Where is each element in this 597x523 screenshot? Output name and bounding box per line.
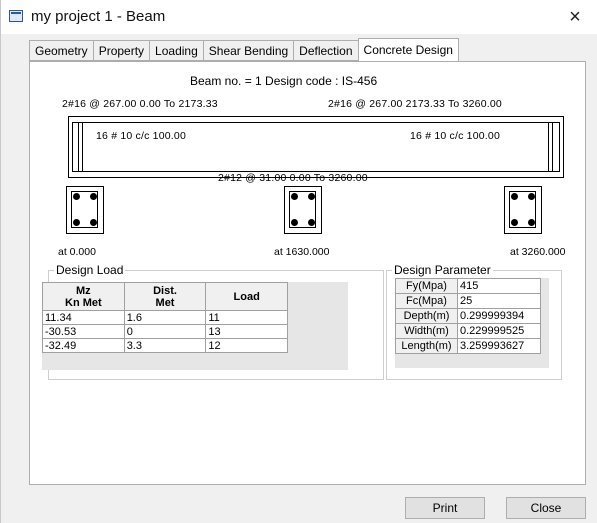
table-cell[interactable]: -32.49 — [42, 338, 125, 353]
table-row[interactable]: Length(m) 3.259993627 — [395, 338, 541, 354]
design-parameter-title: Design Parameter — [392, 263, 493, 277]
close-icon[interactable]: × — [560, 4, 590, 30]
rebar-dot — [511, 193, 518, 200]
bottom-bar-label: 2#12 @ 31.00 0.00 To 3260.00 — [218, 172, 368, 184]
tab-property[interactable]: Property — [92, 40, 150, 61]
section-mid-label: at 1630.000 — [274, 246, 330, 258]
stirrup-left-label: 16 # 10 c/c 100.00 — [96, 130, 186, 142]
cross-section-end — [504, 186, 542, 234]
table-cell[interactable]: 1.6 — [123, 310, 207, 325]
top-bar-left-label: 2#16 @ 267.00 0.00 To 2173.33 — [62, 98, 218, 110]
beam-info: Beam no. = 1 Design code : IS-456 — [190, 74, 378, 88]
beam-window: my project 1 - Beam × Geometry Property … — [0, 0, 597, 523]
table-row[interactable]: 11.34 1.6 11 — [42, 310, 288, 325]
table-row[interactable]: Fy(Mpa) 415 — [395, 278, 541, 294]
section-end-label: at 3260.000 — [510, 246, 566, 258]
cross-section-start — [66, 186, 104, 234]
table-row[interactable]: Fc(Mpa) 25 — [395, 293, 541, 309]
tab-loading[interactable]: Loading — [149, 40, 203, 61]
design-load-title: Design Load — [54, 263, 126, 277]
param-value[interactable]: 25 — [457, 293, 541, 309]
top-bar-right-label: 2#16 @ 267.00 2173.33 To 3260.00 — [328, 98, 502, 110]
beam-end-line-right — [548, 122, 549, 172]
design-load-table: Mz Kn Met Dist. Met Load 11.34 1.6 11 -3… — [42, 282, 288, 353]
print-button[interactable]: Print — [405, 497, 485, 519]
table-cell[interactable]: 3.3 — [123, 338, 207, 353]
col-header-mz: Mz Kn Met — [42, 282, 125, 311]
close-button[interactable]: Close — [506, 497, 586, 519]
table-row[interactable]: Depth(m) 0.299999394 — [395, 308, 541, 324]
table-cell[interactable]: 11 — [205, 310, 288, 325]
table-row[interactable]: -32.49 3.3 12 — [42, 338, 288, 353]
table-cell[interactable]: -30.53 — [42, 324, 125, 339]
table-cell[interactable]: 12 — [205, 338, 288, 353]
param-name: Depth(m) — [395, 308, 458, 324]
param-value[interactable]: 0.229999525 — [457, 323, 541, 339]
rebar-dot — [90, 219, 97, 226]
concrete-design-panel: Beam no. = 1 Design code : IS-456 2#16 @… — [29, 61, 586, 485]
beam-end-line-left-2 — [82, 122, 83, 172]
table-cell[interactable]: 0 — [123, 324, 207, 339]
beam-end-line-left — [78, 122, 79, 172]
rebar-dot — [528, 193, 535, 200]
rebar-dot — [528, 219, 535, 226]
rebar-dot — [511, 219, 518, 226]
param-value[interactable]: 0.299999394 — [457, 308, 541, 324]
col-header-mz-line2: Kn Met — [65, 296, 102, 309]
table-row[interactable]: -30.53 0 13 — [42, 324, 288, 339]
tab-shear-bending[interactable]: Shear Bending — [202, 40, 294, 61]
col-header-dist-line1: Dist. — [153, 284, 177, 297]
design-parameter-table: Fy(Mpa) 415 Fc(Mpa) 25 Depth(m) 0.299999… — [395, 278, 541, 354]
window-title: my project 1 - Beam — [31, 8, 166, 25]
rebar-dot — [308, 193, 315, 200]
col-header-dist-line2: Met — [155, 296, 175, 309]
rebar-dot — [73, 219, 80, 226]
rebar-dot — [73, 193, 80, 200]
stirrup-right-label: 16 # 10 c/c 100.00 — [410, 130, 500, 142]
tab-concrete-design[interactable]: Concrete Design — [357, 38, 459, 61]
col-header-dist: Dist. Met — [123, 282, 207, 311]
tab-geometry[interactable]: Geometry — [29, 40, 93, 61]
section-start-label: at 0.000 — [58, 246, 96, 258]
param-name: Fc(Mpa) — [395, 293, 458, 309]
table-row[interactable]: Width(m) 0.229999525 — [395, 323, 541, 339]
col-header-load-line1: Load — [233, 290, 260, 303]
param-name: Length(m) — [395, 338, 458, 354]
param-value[interactable]: 3.259993627 — [457, 338, 541, 354]
app-window-icon — [9, 10, 23, 22]
rebar-dot — [291, 193, 298, 200]
param-name: Fy(Mpa) — [395, 278, 458, 294]
beam-end-line-right-2 — [552, 122, 553, 172]
title-bar: my project 1 - Beam × — [1, 0, 597, 34]
tab-strip: Geometry Property Loading Shear Bending … — [29, 38, 459, 62]
col-header-mz-line1: Mz — [76, 284, 91, 297]
table-cell[interactable]: 11.34 — [42, 310, 125, 325]
rebar-dot — [308, 219, 315, 226]
table-cell[interactable]: 13 — [205, 324, 288, 339]
col-header-load: Load — [205, 282, 288, 311]
rebar-dot — [90, 193, 97, 200]
cross-section-mid — [284, 186, 322, 234]
param-value[interactable]: 415 — [457, 278, 541, 294]
param-name: Width(m) — [395, 323, 458, 339]
rebar-dot — [291, 219, 298, 226]
tab-deflection[interactable]: Deflection — [293, 40, 358, 61]
